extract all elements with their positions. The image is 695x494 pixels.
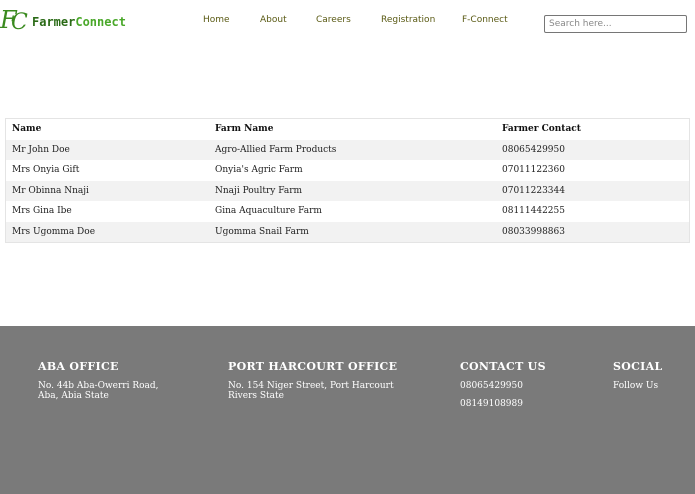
logo-mark-icon: F C: [0, 6, 30, 35]
nav-careers[interactable]: Careers: [316, 15, 351, 25]
footer-ph-address: No. 154 Niger Street, Port Harcourt Rive…: [228, 381, 394, 401]
table-row: Mr John Doe Agro-Allied Farm Products 08…: [6, 139, 689, 160]
site-header: F C FarmerConnect Home About Careers Reg…: [0, 0, 695, 44]
farmers-table: Name Farm Name Farmer Contact Mr John Do…: [6, 119, 689, 242]
table-row: Mrs Ugomma Doe Ugomma Snail Farm 0803399…: [6, 221, 689, 242]
cell-contact: 08033998863: [496, 221, 689, 242]
cell-farm-name: Agro-Allied Farm Products: [209, 139, 496, 160]
logo-letter-c: C: [11, 10, 28, 35]
footer-follow-us-link[interactable]: Follow Us: [613, 381, 663, 391]
table-row: Mrs Onyia Gift Onyia's Agric Farm 070111…: [6, 160, 689, 181]
footer-social: SOCIAL Follow Us: [613, 360, 663, 391]
logo-wordmark: FarmerConnect: [32, 15, 126, 29]
site-footer: ABA OFFICE No. 44b Aba-Owerri Road, Aba,…: [0, 326, 695, 494]
site-logo[interactable]: F C FarmerConnect: [0, 6, 126, 35]
footer-phone-1[interactable]: 08065429950: [460, 381, 546, 391]
nav-registration[interactable]: Registration: [381, 15, 435, 25]
cell-contact: 08111442255: [496, 201, 689, 222]
footer-aba-address: No. 44b Aba-Owerri Road, Aba, Abia State: [38, 381, 159, 401]
footer-phone-2[interactable]: 08149108989: [460, 399, 546, 409]
cell-name: Mr John Doe: [6, 139, 209, 160]
column-header-farmer-contact: Farmer Contact: [496, 119, 689, 140]
search-input[interactable]: [544, 15, 687, 33]
cell-contact: 07011223344: [496, 180, 689, 201]
cell-name: Mr Obinna Nnaji: [6, 180, 209, 201]
logo-word-farmer: Farmer: [32, 15, 76, 29]
footer-ph-office: PORT HARCOURT OFFICE No. 154 Niger Stree…: [228, 360, 397, 401]
cell-contact: 07011122360: [496, 160, 689, 181]
cell-name: Mrs Ugomma Doe: [6, 221, 209, 242]
footer-ph-title: PORT HARCOURT OFFICE: [228, 360, 398, 373]
table-header-row: Name Farm Name Farmer Contact: [6, 119, 689, 140]
footer-contact-title: CONTACT US: [460, 360, 546, 373]
nav-f-connect[interactable]: F-Connect: [462, 15, 508, 25]
logo-word-connect: Connect: [75, 15, 126, 29]
column-header-farm-name: Farm Name: [209, 119, 496, 140]
cell-name: Mrs Gina Ibe: [6, 201, 209, 222]
cell-farm-name: Nnaji Poultry Farm: [209, 180, 496, 201]
cell-farm-name: Ugomma Snail Farm: [209, 221, 496, 242]
cell-farm-name: Onyia's Agric Farm: [209, 160, 496, 181]
cell-name: Mrs Onyia Gift: [6, 160, 209, 181]
footer-aba-office: ABA OFFICE No. 44b Aba-Owerri Road, Aba,…: [38, 360, 159, 401]
nav-about[interactable]: About: [260, 15, 287, 25]
cell-contact: 08065429950: [496, 139, 689, 160]
column-header-name: Name: [6, 119, 209, 140]
farmers-table-container: Name Farm Name Farmer Contact Mr John Do…: [5, 118, 690, 243]
table-row: Mrs Gina Ibe Gina Aquaculture Farm 08111…: [6, 201, 689, 222]
cell-farm-name: Gina Aquaculture Farm: [209, 201, 496, 222]
footer-social-title: SOCIAL: [613, 360, 663, 373]
nav-home[interactable]: Home: [203, 15, 230, 25]
footer-aba-title: ABA OFFICE: [38, 360, 119, 373]
footer-contact: CONTACT US 08065429950 08149108989: [460, 360, 546, 409]
table-row: Mr Obinna Nnaji Nnaji Poultry Farm 07011…: [6, 180, 689, 201]
